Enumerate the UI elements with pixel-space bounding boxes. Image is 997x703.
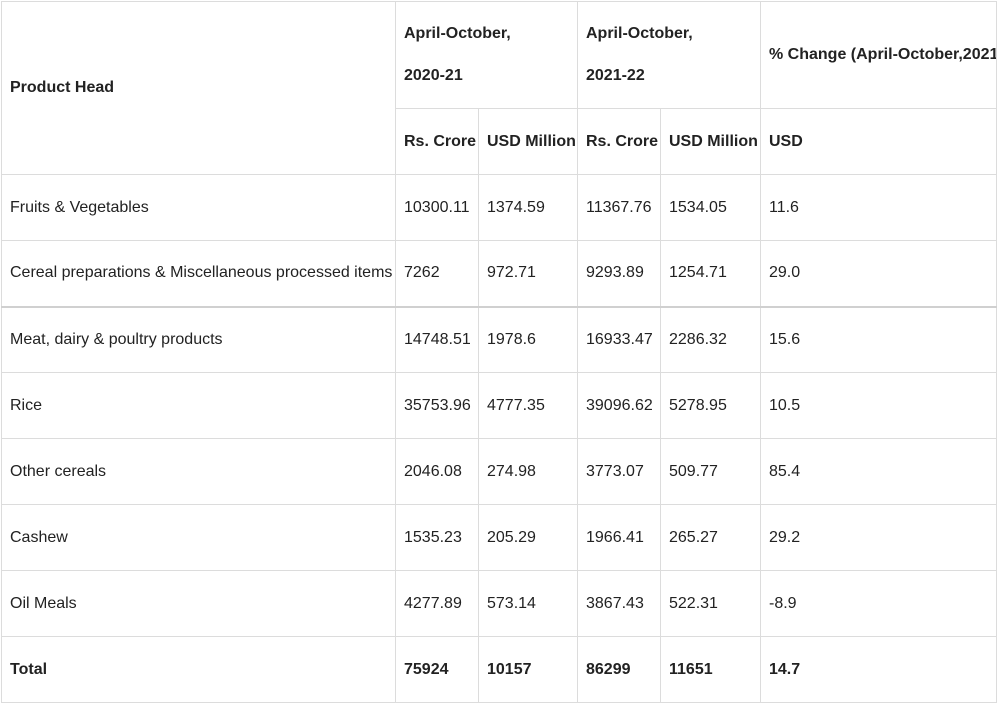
- rs-2021-cell: 39096.62: [577, 372, 661, 439]
- table-row: Cereal preparations & Miscellaneous proc…: [1, 240, 997, 307]
- rs-2021-cell: 3773.07: [577, 438, 661, 505]
- period-2020-years: 2020-21: [404, 67, 463, 84]
- usd-2021-cell: 509.77: [660, 438, 761, 505]
- table-row: Oil Meals 4277.89 573.14 3867.43 522.31 …: [1, 570, 997, 637]
- period-2021-years: 2021-22: [586, 67, 645, 84]
- product-head-header: Product Head: [1, 1, 396, 175]
- total-row: Total 75924 10157 86299 11651 14.7: [1, 636, 997, 703]
- rs-2020-cell: 1535.23: [395, 504, 479, 571]
- product-cell: Oil Meals: [1, 570, 396, 637]
- usd-2021-cell: 5278.95: [660, 372, 761, 439]
- rs-2021-cell: 16933.47: [577, 305, 661, 373]
- rs-2021-cell: 3867.43: [577, 570, 661, 637]
- usd-million-2020-header: USD Million: [478, 108, 578, 175]
- period-2021-header: April-October, 2021-22: [577, 1, 761, 109]
- product-cell: Cashew: [1, 504, 396, 571]
- usd-2021-cell: 265.27: [660, 504, 761, 571]
- table-row: Cashew 1535.23 205.29 1966.41 265.27 29.…: [1, 504, 997, 571]
- product-cell: Fruits & Vegetables: [1, 174, 396, 241]
- total-usd-2021: 11651: [660, 636, 761, 703]
- rs-crore-2021-header: Rs. Crore: [577, 108, 661, 175]
- usd-change-header: USD: [760, 108, 997, 175]
- rs-2020-cell: 10300.11: [395, 174, 479, 241]
- total-usd-2020: 10157: [478, 636, 578, 703]
- rs-2020-cell: 2046.08: [395, 438, 479, 505]
- rs-2020-cell: 4277.89: [395, 570, 479, 637]
- change-cell: 29.2: [760, 504, 997, 571]
- table-row: Meat, dairy & poultry products 14748.51 …: [1, 305, 997, 373]
- rs-2021-cell: 1966.41: [577, 504, 661, 571]
- usd-2021-cell: 2286.32: [660, 305, 761, 373]
- usd-2021-cell: 1534.05: [660, 174, 761, 241]
- usd-2020-cell: 205.29: [478, 504, 578, 571]
- change-cell: 10.5: [760, 372, 997, 439]
- usd-million-2021-header: USD Million: [660, 108, 761, 175]
- rs-2020-cell: 14748.51: [395, 305, 479, 373]
- total-rs-2020: 75924: [395, 636, 479, 703]
- usd-2020-cell: 274.98: [478, 438, 578, 505]
- rs-2020-cell: 7262: [395, 240, 479, 307]
- usd-2020-cell: 1978.6: [478, 305, 578, 373]
- change-cell: 29.0: [760, 240, 997, 307]
- table-row: Other cereals 2046.08 274.98 3773.07 509…: [1, 438, 997, 505]
- period-2020-header: April-October, 2020-21: [395, 1, 578, 109]
- period-2020-label: April-October,: [404, 25, 511, 42]
- table-row: Fruits & Vegetables 10300.11 1374.59 113…: [1, 174, 997, 241]
- change-cell: 85.4: [760, 438, 997, 505]
- usd-2020-cell: 972.71: [478, 240, 578, 307]
- change-cell: 11.6: [760, 174, 997, 241]
- usd-2020-cell: 4777.35: [478, 372, 578, 439]
- rs-2021-cell: 9293.89: [577, 240, 661, 307]
- change-cell: 15.6: [760, 305, 997, 373]
- product-cell: Other cereals: [1, 438, 396, 505]
- period-2021-label: April-October,: [586, 25, 693, 42]
- product-cell: Rice: [1, 372, 396, 439]
- rs-2020-cell: 35753.96: [395, 372, 479, 439]
- rs-crore-2020-header: Rs. Crore: [395, 108, 479, 175]
- usd-2020-cell: 573.14: [478, 570, 578, 637]
- export-table: Product Head April-October, 2020-21 Apri…: [1, 1, 997, 703]
- product-cell: Meat, dairy & poultry products: [1, 305, 396, 373]
- usd-2020-cell: 1374.59: [478, 174, 578, 241]
- product-cell: Cereal preparations & Miscellaneous proc…: [1, 240, 396, 307]
- table-row: Rice 35753.96 4777.35 39096.62 5278.95 1…: [1, 372, 997, 439]
- change-cell: -8.9: [760, 570, 997, 637]
- total-change: 14.7: [760, 636, 997, 703]
- rs-2021-cell: 11367.76: [577, 174, 661, 241]
- total-rs-2021: 86299: [577, 636, 661, 703]
- total-label: Total: [1, 636, 396, 703]
- change-header: % Change (April-October,2021): [760, 1, 997, 109]
- usd-2021-cell: 1254.71: [660, 240, 761, 307]
- usd-2021-cell: 522.31: [660, 570, 761, 637]
